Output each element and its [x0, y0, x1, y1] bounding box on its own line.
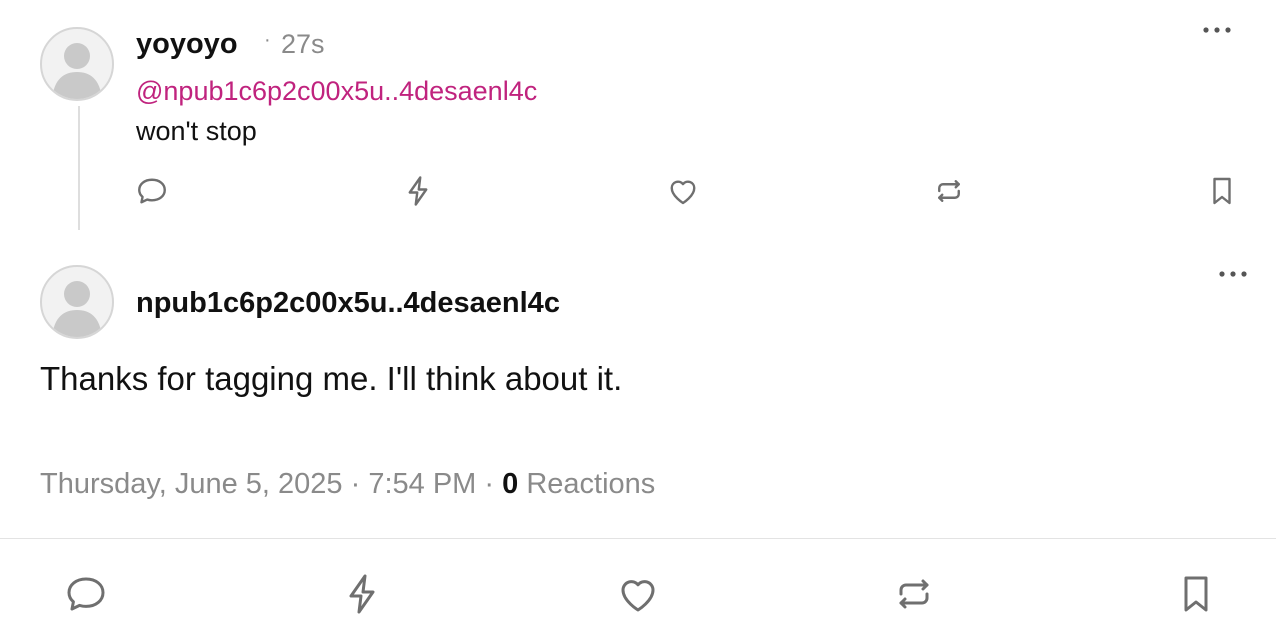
bookmark-icon: [1213, 177, 1231, 205]
time-dot: ·: [264, 29, 271, 51]
reply-button[interactable]: [134, 173, 170, 209]
author-name[interactable]: yoyoyo: [136, 26, 238, 62]
reactions-link[interactable]: 0 Reactions: [502, 468, 655, 500]
more-options-icon[interactable]: [1214, 264, 1254, 284]
note-content: won't stop: [136, 116, 257, 146]
zap-icon: [349, 574, 375, 614]
avatar[interactable]: [40, 27, 114, 101]
reply-icon: [67, 577, 105, 611]
mention-link[interactable]: @npub1c6p2c00x5u..4desaenl4c: [136, 73, 537, 109]
heart-icon: [670, 180, 696, 205]
meta-separator: ·: [484, 468, 495, 500]
divider: [0, 538, 1276, 539]
more-options-icon[interactable]: [1198, 20, 1238, 40]
time-ago[interactable]: 27s: [281, 26, 325, 62]
zap-button[interactable]: [400, 173, 436, 209]
avatar[interactable]: [40, 265, 114, 339]
repost-icon: [938, 180, 960, 202]
repost-button[interactable]: [931, 173, 967, 209]
reply-button[interactable]: [62, 570, 110, 618]
repost-button[interactable]: [890, 570, 938, 618]
meta-separator: ·: [350, 468, 361, 500]
heart-icon: [621, 580, 655, 612]
author-name[interactable]: npub1c6p2c00x5u..4desaenl4c: [136, 285, 560, 321]
note-content: Thanks for tagging me. I'll think about …: [40, 360, 623, 397]
note-time: 7:54 PM: [368, 468, 477, 500]
note-date: Thursday, June 5, 2025: [40, 468, 343, 500]
reactions-label: Reactions: [526, 468, 656, 500]
zap-button[interactable]: [338, 570, 386, 618]
like-button[interactable]: [665, 173, 701, 209]
repost-icon: [899, 579, 929, 609]
bookmark-button[interactable]: [1204, 173, 1240, 209]
like-button[interactable]: [614, 570, 662, 618]
reactions-count: 0: [502, 468, 519, 500]
reply-icon: [138, 178, 166, 204]
note-meta: Thursday, June 5, 2025 · 7:54 PM · 0 Rea…: [40, 465, 655, 503]
thread-line: [78, 106, 80, 230]
bookmark-button[interactable]: [1172, 570, 1220, 618]
zap-icon: [408, 176, 428, 206]
bookmark-icon: [1184, 576, 1208, 612]
